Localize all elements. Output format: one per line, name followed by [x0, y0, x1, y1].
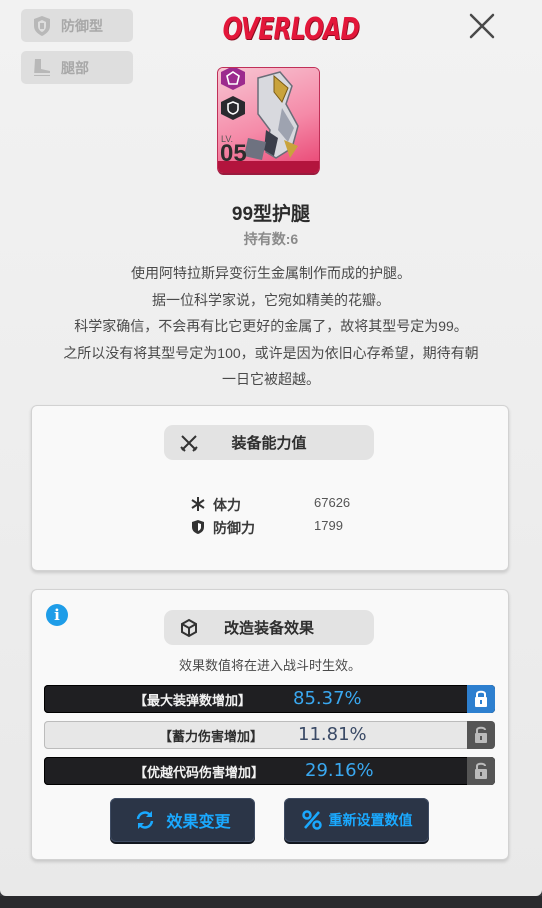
- close-icon: [469, 13, 495, 39]
- tag-defense-type: 防御型: [21, 9, 133, 42]
- reset-values-button[interactable]: 重新设置数值: [284, 798, 429, 842]
- background-edge: [0, 896, 542, 908]
- stat-label: 防御力: [213, 520, 255, 536]
- effect-row: 【最大装弹数增加】 85.37%: [44, 685, 495, 713]
- refresh-icon: [137, 811, 154, 829]
- tag-label: 腿部: [61, 59, 89, 76]
- effect-row: 【优越代码伤害增加】 29.16%: [44, 757, 495, 785]
- lock-open-icon: [475, 726, 487, 743]
- item-name: 99型护腿: [231, 204, 311, 225]
- equipment-card: LV. 05: [218, 68, 319, 173]
- change-effect-label: 效果变更: [166, 814, 231, 831]
- stat-value: 67626: [314, 495, 351, 510]
- lock-toggle[interactable]: [467, 685, 495, 713]
- lock-toggle[interactable]: [467, 757, 495, 785]
- description-line: 据一位科学家说，它宛如精美的花瓣。: [152, 291, 390, 308]
- stat-row-defense: 防御力 1799: [189, 517, 389, 537]
- stats-header: 装备能力值: [164, 425, 374, 460]
- lock-closed-icon: [475, 690, 487, 707]
- card-stripe: [218, 161, 319, 173]
- lock-toggle[interactable]: [467, 721, 495, 749]
- tag-label: 防御型: [61, 17, 103, 34]
- effect-value: 29.16%: [305, 760, 374, 781]
- info-button[interactable]: i: [46, 604, 68, 626]
- effect-label: 【优越代码伤害增加】: [134, 765, 265, 780]
- description-line: 之所以没有将其型号定为100，或许是因为依旧心存希望，期待有朝: [63, 344, 479, 361]
- effect-row: 【蓄力伤害增加】 11.81%: [44, 721, 495, 749]
- asterisk-icon: [189, 495, 207, 513]
- effect-value: 11.81%: [298, 724, 367, 745]
- owned-count: 持有数:6: [243, 231, 299, 247]
- brand-logo: OVERLOAD: [222, 12, 360, 47]
- shield-badge-icon: [31, 15, 53, 37]
- item-description: 使用阿特拉斯异变衍生金属制作而成的护腿。 据一位科学家说，它宛如精美的花瓣。 科…: [20, 260, 522, 393]
- effects-note: 效果数值将在进入战斗时生效。: [178, 658, 361, 673]
- stat-value: 1799: [314, 518, 343, 533]
- percent-icon: [301, 810, 322, 830]
- shield-icon: [189, 518, 207, 536]
- stat-label: 体力: [213, 497, 241, 513]
- stat-row-hp: 体力 67626: [189, 494, 389, 514]
- close-button[interactable]: [466, 10, 498, 42]
- crossed-swords-icon: [178, 432, 200, 454]
- description-line: 使用阿特拉斯异变衍生金属制作而成的护腿。: [131, 265, 411, 281]
- stats-box: 装备能力值 体力 67626 防御力 1799: [31, 405, 509, 571]
- effect-label: 【最大装弹数增加】: [134, 693, 252, 708]
- effect-label: 【蓄力伤害增加】: [159, 729, 264, 744]
- tag-slot-legs: 腿部: [21, 51, 133, 84]
- lock-open-icon: [475, 762, 487, 779]
- change-effect-button[interactable]: 效果变更: [110, 798, 255, 842]
- boot-icon: [31, 57, 53, 79]
- reset-values-label: 重新设置数值: [328, 812, 413, 828]
- description-line: 一日它被超越。: [222, 371, 320, 387]
- info-icon: i: [54, 606, 60, 624]
- equipment-detail-panel: 防御型 腿部 OVERLOAD LV. 05 99型护腿 持有数:6 使用阿特拉…: [0, 0, 542, 896]
- effects-box: i 改造装备效果 效果数值将在进入战斗时生效。 【最大装弹数增加】 85.37%…: [31, 589, 509, 860]
- effects-header: 改造装备效果: [164, 610, 374, 645]
- description-line: 科学家确信，不会再有比它更好的金属了，故将其型号定为99。: [74, 318, 468, 334]
- cube-icon: [178, 617, 200, 639]
- effect-value: 85.37%: [293, 688, 362, 709]
